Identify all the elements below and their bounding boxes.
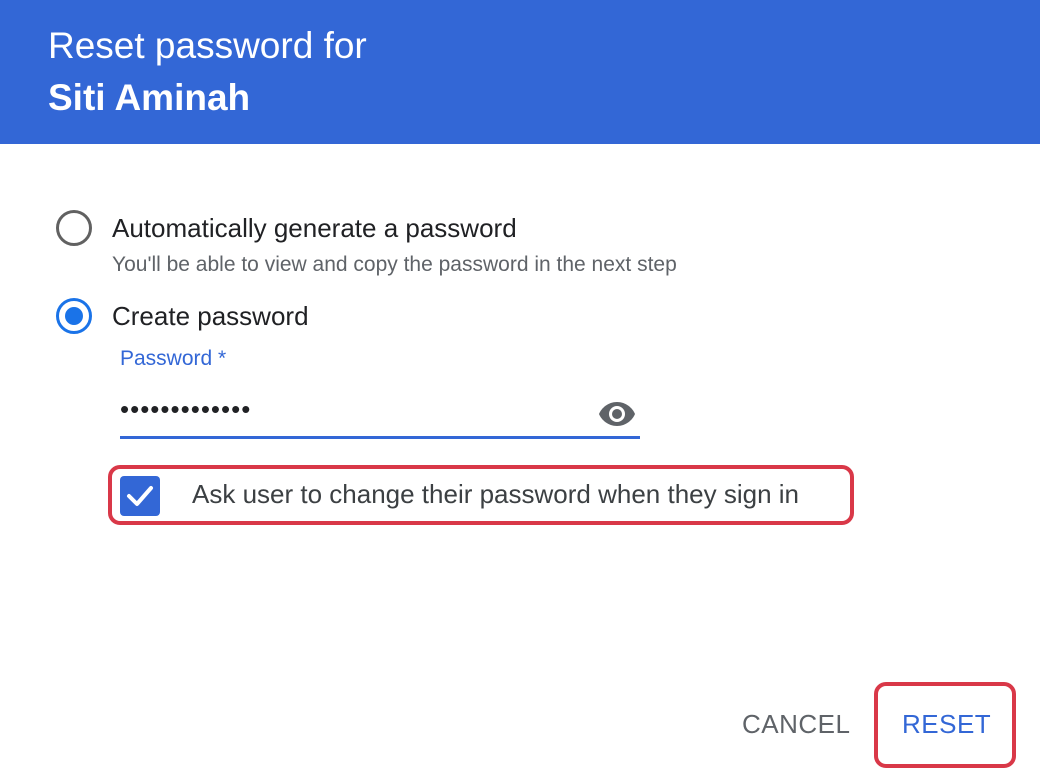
reset-button[interactable]: RESET — [902, 708, 991, 740]
dialog-header: Reset password for Siti Aminah — [0, 0, 1040, 144]
dialog-title: Reset password for — [48, 25, 367, 66]
change-password-checkbox[interactable] — [120, 476, 160, 516]
cancel-button[interactable]: CANCEL — [742, 708, 850, 740]
auto-generate-hint: You'll be able to view and copy the pass… — [112, 253, 677, 276]
password-input[interactable]: ••••••••••••• — [120, 393, 251, 425]
create-password-label[interactable]: Create password — [112, 300, 309, 332]
radio-selected-dot — [65, 307, 83, 325]
check-icon — [127, 486, 153, 506]
create-password-radio[interactable] — [56, 298, 92, 334]
password-input-underline — [120, 436, 640, 439]
change-password-label[interactable]: Ask user to change their password when t… — [192, 478, 799, 510]
auto-generate-label[interactable]: Automatically generate a password — [112, 212, 517, 244]
auto-generate-radio[interactable] — [56, 210, 92, 246]
dialog-user-name: Siti Aminah — [48, 77, 251, 118]
reset-password-dialog: Reset password for Siti Aminah Automatic… — [0, 0, 1040, 776]
eye-icon[interactable] — [598, 400, 636, 428]
password-field-label: Password * — [120, 347, 227, 370]
